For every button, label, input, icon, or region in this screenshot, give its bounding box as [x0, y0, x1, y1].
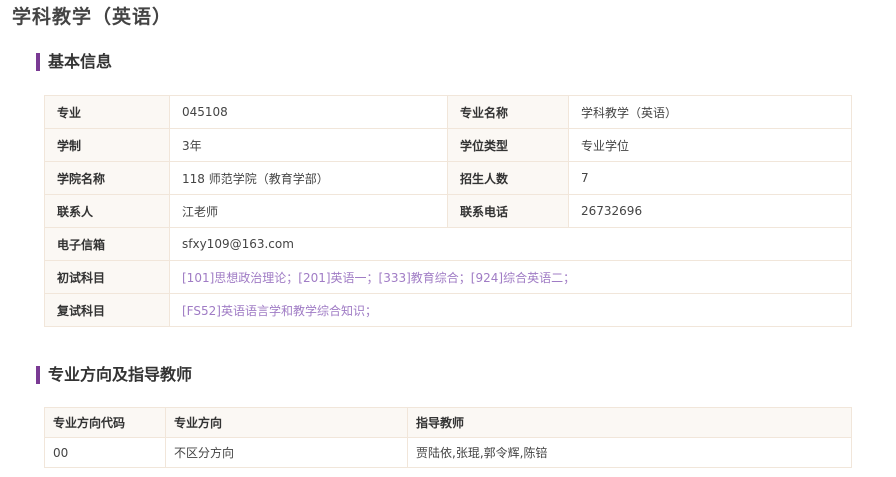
column-header-advisors: 指导教师 — [407, 407, 852, 438]
table-row: 联系人 江老师 联系电话 26732696 — [44, 194, 852, 228]
phone-value: 26732696 — [568, 194, 852, 228]
direction-code: 00 — [44, 437, 166, 468]
retest-subjects-label: 复试科目 — [44, 293, 170, 327]
major-name-label: 专业名称 — [447, 95, 569, 129]
prelim-subjects-label: 初试科目 — [44, 260, 170, 294]
table-row: 电子信箱 sfxy109@163.com — [44, 227, 852, 261]
college-value: 118 师范学院（教育学部） — [169, 161, 448, 195]
college-label: 学院名称 — [44, 161, 170, 195]
directions-heading: 专业方向及指导教师 — [36, 366, 192, 384]
page-title: 学科教学（英语） — [12, 6, 173, 28]
table-row: 学制 3年 学位类型 专业学位 — [44, 128, 852, 162]
contact-value: 江老师 — [169, 194, 448, 228]
major-label: 专业 — [44, 95, 170, 129]
table-header-row: 专业方向代码 专业方向 指导教师 — [44, 407, 852, 438]
enrollment-value: 7 — [568, 161, 852, 195]
prelim-subjects-link[interactable]: [101]思想政治理论；[201]英语一；[333]教育综合；[924]综合英语… — [169, 260, 852, 294]
column-header-code: 专业方向代码 — [44, 407, 166, 438]
phone-label: 联系电话 — [447, 194, 569, 228]
retest-subjects-link[interactable]: [FS52]英语语言学和教学综合知识； — [169, 293, 852, 327]
directions-table: 专业方向代码 专业方向 指导教师 00 不区分方向 贾陆依,张琨,郭令辉,陈锫 — [44, 407, 852, 468]
basic-info-heading: 基本信息 — [36, 53, 112, 71]
degree-type-label: 学位类型 — [447, 128, 569, 162]
table-row: 00 不区分方向 贾陆依,张琨,郭令辉,陈锫 — [44, 437, 852, 468]
column-header-direction: 专业方向 — [165, 407, 408, 438]
table-row: 专业 045108 专业名称 学科教学（英语） — [44, 95, 852, 129]
direction-advisors: 贾陆依,张琨,郭令辉,陈锫 — [407, 437, 852, 468]
contact-label: 联系人 — [44, 194, 170, 228]
duration-value: 3年 — [169, 128, 448, 162]
enrollment-label: 招生人数 — [447, 161, 569, 195]
table-row: 初试科目 [101]思想政治理论；[201]英语一；[333]教育综合；[924… — [44, 260, 852, 294]
email-value: sfxy109@163.com — [169, 227, 852, 261]
degree-type-value: 专业学位 — [568, 128, 852, 162]
table-row: 学院名称 118 师范学院（教育学部） 招生人数 7 — [44, 161, 852, 195]
major-value: 045108 — [169, 95, 448, 129]
duration-label: 学制 — [44, 128, 170, 162]
direction-name: 不区分方向 — [165, 437, 408, 468]
major-name-value: 学科教学（英语） — [568, 95, 852, 129]
basic-info-table: 专业 045108 专业名称 学科教学（英语） 学制 3年 学位类型 专业学位 … — [44, 95, 852, 327]
table-row: 复试科目 [FS52]英语语言学和教学综合知识； — [44, 293, 852, 327]
email-label: 电子信箱 — [44, 227, 170, 261]
